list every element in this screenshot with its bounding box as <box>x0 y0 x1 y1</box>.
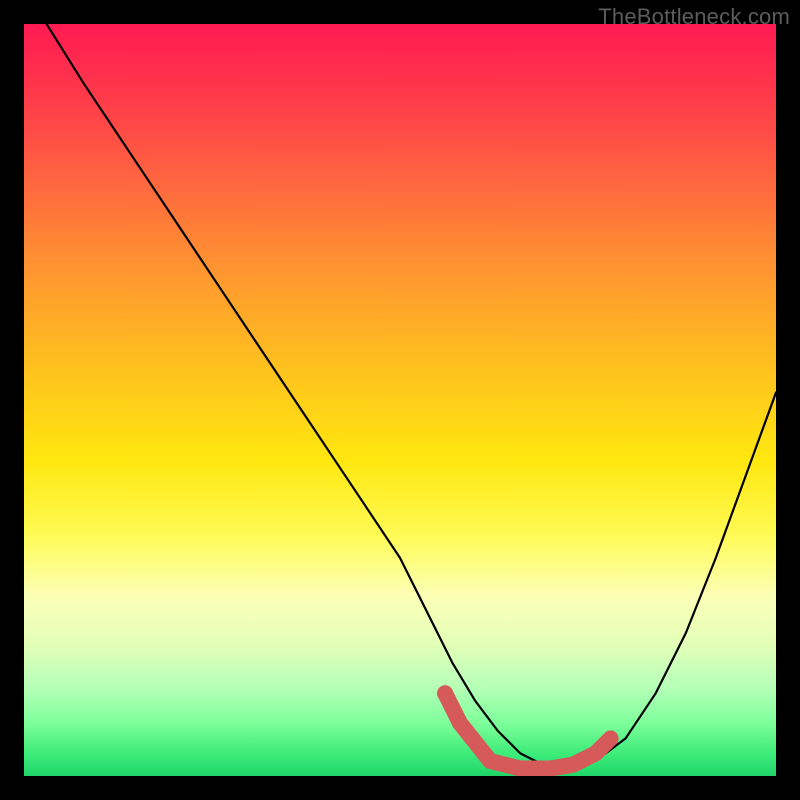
highlight-dot <box>437 685 453 701</box>
highlight-dot <box>452 715 468 731</box>
chart-svg <box>24 24 776 776</box>
plot-area <box>24 24 776 776</box>
bottleneck-curve <box>47 24 776 769</box>
chart-frame: TheBottleneck.com <box>0 0 800 800</box>
